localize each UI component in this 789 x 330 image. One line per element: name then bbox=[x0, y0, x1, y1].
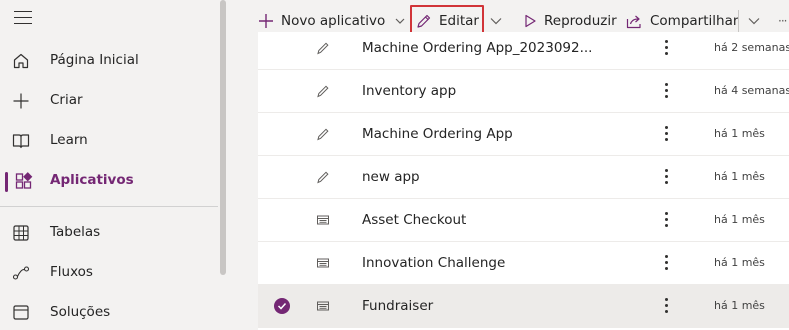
play-icon bbox=[525, 14, 536, 28]
nav-item-tables[interactable]: Tabelas bbox=[0, 213, 218, 253]
more-options-icon[interactable] bbox=[658, 37, 674, 59]
app-name[interactable]: Machine Ordering App bbox=[362, 126, 513, 142]
app-name[interactable]: Inventory app bbox=[362, 83, 456, 99]
plus-icon bbox=[259, 14, 273, 28]
more-options-icon[interactable] bbox=[658, 209, 674, 231]
active-indicator bbox=[5, 172, 8, 192]
nav-item-solutions[interactable]: Soluções bbox=[0, 293, 218, 330]
canvas-icon bbox=[317, 85, 329, 98]
nav-item-label: Learn bbox=[50, 132, 88, 148]
nav-item-label: Criar bbox=[50, 92, 83, 108]
modified-time: há 4 semanas bbox=[714, 84, 789, 97]
app-name[interactable]: Asset Checkout bbox=[362, 212, 466, 228]
new-app-label: Novo aplicativo bbox=[281, 13, 386, 29]
canvas-icon bbox=[317, 128, 329, 141]
toolbar-divider bbox=[738, 10, 739, 32]
nav-item-create[interactable]: Criar bbox=[0, 81, 218, 121]
solutions-icon bbox=[13, 305, 29, 320]
canvas-icon bbox=[317, 171, 329, 184]
nav-item-learn[interactable]: Learn bbox=[0, 121, 218, 161]
play-label: Reproduzir bbox=[544, 13, 617, 29]
home-icon bbox=[13, 53, 29, 69]
chevron-down-icon bbox=[395, 18, 405, 24]
chevron-down-icon bbox=[748, 18, 760, 25]
pencil-icon bbox=[417, 14, 431, 28]
more-options-icon[interactable] bbox=[658, 123, 674, 145]
modified-time: há 1 mês bbox=[714, 127, 765, 140]
list-item[interactable]: Innovation Challenge há 1 mês bbox=[258, 242, 789, 285]
edit-label: Editar bbox=[439, 13, 479, 29]
app-name[interactable]: Machine Ordering App_2023092... bbox=[362, 40, 592, 56]
list-item[interactable]: new app há 1 mês bbox=[258, 156, 789, 199]
list-item[interactable]: Inventory app há 4 semanas bbox=[258, 70, 789, 113]
book-icon bbox=[12, 134, 30, 149]
plus-icon bbox=[13, 93, 29, 109]
model-driven-icon bbox=[317, 215, 329, 225]
more-options-icon[interactable] bbox=[658, 166, 674, 188]
modified-time: há 1 mês bbox=[714, 170, 765, 183]
canvas-icon bbox=[317, 42, 329, 55]
more-options-icon[interactable] bbox=[658, 80, 674, 102]
nav-divider bbox=[0, 206, 218, 207]
modified-time: há 1 mês bbox=[714, 256, 765, 269]
table-icon bbox=[13, 225, 29, 241]
app-name[interactable]: Innovation Challenge bbox=[362, 255, 505, 271]
flow-icon bbox=[12, 266, 30, 280]
more-commands-icon: ··· bbox=[778, 14, 788, 28]
model-driven-icon bbox=[317, 258, 329, 268]
nav-item-label: Aplicativos bbox=[50, 172, 134, 188]
app-name[interactable]: Fundraiser bbox=[362, 298, 433, 314]
share-label: Compartilhar bbox=[650, 13, 739, 29]
modified-time: há 1 mês bbox=[714, 213, 765, 226]
list-item[interactable]: Asset Checkout há 1 mês bbox=[258, 199, 789, 242]
nav-item-apps[interactable]: Aplicativos bbox=[0, 161, 218, 201]
list-item[interactable]: Fundraiser há 1 mês bbox=[258, 285, 789, 328]
nav-item-label: Página Inicial bbox=[50, 52, 139, 68]
nav-item-label: Fluxos bbox=[50, 264, 93, 280]
share-icon bbox=[626, 15, 641, 28]
hamburger-menu-icon[interactable] bbox=[14, 11, 32, 25]
nav-item-flows[interactable]: Fluxos bbox=[0, 253, 218, 293]
more-options-icon[interactable] bbox=[658, 252, 674, 274]
apps-list: Machine Ordering App_2023092... há 2 sem… bbox=[258, 32, 789, 330]
nav-item-label: Tabelas bbox=[50, 224, 101, 240]
nav-item-label: Soluções bbox=[50, 304, 111, 320]
list-item[interactable]: Machine Ordering App há 1 mês bbox=[258, 113, 789, 156]
more-options-icon[interactable] bbox=[658, 295, 674, 317]
app-name[interactable]: new app bbox=[362, 169, 420, 185]
chevron-down-icon bbox=[490, 18, 502, 25]
nav-item-home[interactable]: Página Inicial bbox=[0, 41, 218, 81]
model-driven-icon bbox=[317, 301, 329, 311]
modified-time: há 2 semanas bbox=[714, 41, 789, 54]
list-item[interactable]: Machine Ordering App_2023092... há 2 sem… bbox=[258, 32, 789, 70]
row-checkmark-icon[interactable] bbox=[274, 298, 290, 314]
left-navigation: Página Inicial Criar Learn Aplicativos T… bbox=[0, 0, 226, 330]
modified-time: há 1 mês bbox=[714, 299, 765, 312]
apps-icon bbox=[15, 172, 33, 189]
